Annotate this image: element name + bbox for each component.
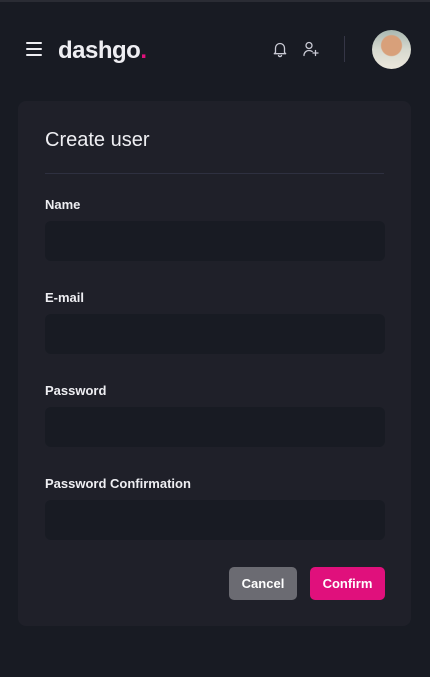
name-field[interactable] (45, 221, 385, 261)
app-header: dashgo. (0, 2, 430, 98)
menu-icon[interactable] (26, 42, 42, 56)
avatar[interactable] (372, 30, 411, 69)
create-user-card: Create user Name E-mail Password Passwor… (18, 101, 411, 626)
logo-dot: . (140, 37, 147, 64)
email-field[interactable] (45, 314, 385, 354)
title-divider (45, 173, 384, 174)
bell-icon[interactable] (271, 40, 289, 58)
confirm-button[interactable]: Confirm (310, 567, 385, 600)
logo: dashgo. (58, 36, 147, 66)
logo-text: dashgo (58, 37, 141, 64)
password-label: Password (45, 383, 107, 398)
password-confirmation-field[interactable] (45, 500, 385, 540)
user-add-icon[interactable] (302, 40, 320, 58)
name-label: Name (45, 197, 81, 212)
password-field[interactable] (45, 407, 385, 447)
cancel-button[interactable]: Cancel (229, 567, 297, 600)
email-label: E-mail (45, 290, 85, 305)
page-title: Create user (45, 129, 150, 151)
password-confirmation-label: Password Confirmation (45, 476, 191, 491)
header-divider (344, 36, 345, 62)
